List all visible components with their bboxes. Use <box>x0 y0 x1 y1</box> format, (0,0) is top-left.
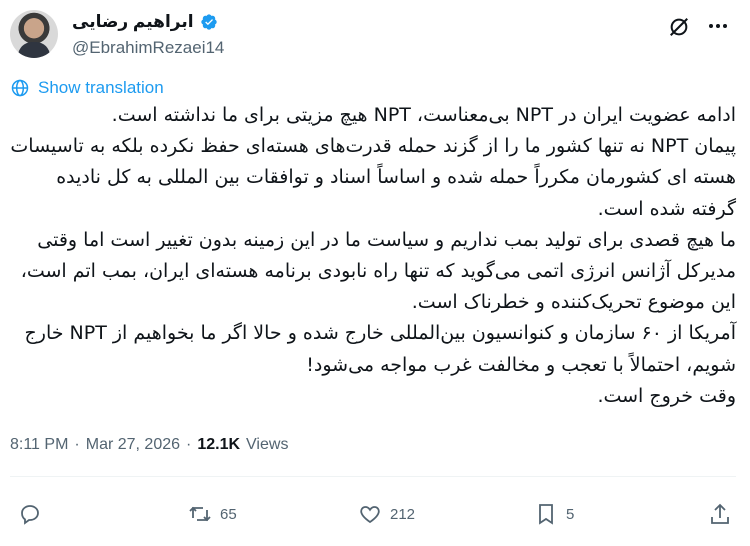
grok-icon[interactable] <box>668 16 690 38</box>
views-count: 12.1K <box>197 436 241 453</box>
repost-button[interactable]: 65 <box>188 502 237 526</box>
action-bar: 65 212 5 <box>18 502 732 528</box>
reply-button[interactable] <box>18 502 50 526</box>
post-date[interactable]: Mar 27, 2026 <box>86 436 180 454</box>
views-label: Views <box>246 436 289 453</box>
show-translation-label: Show translation <box>38 78 164 97</box>
show-translation-link[interactable]: Show translation <box>10 78 164 98</box>
post-meta: 8:11 PM · Mar 27, 2026 · 12.1K Views <box>10 436 288 454</box>
bookmark-count: 5 <box>566 505 575 523</box>
meta-separator: · <box>186 436 192 453</box>
like-count: 212 <box>390 505 416 523</box>
name-row: ابراهیم رضایی <box>72 12 218 32</box>
heart-icon <box>360 506 380 524</box>
repost-icon <box>189 506 211 522</box>
more-options-icon[interactable] <box>706 14 730 38</box>
post-time[interactable]: 8:11 PM <box>10 436 68 454</box>
repost-count: 65 <box>220 505 237 523</box>
meta-separator: · <box>74 436 80 453</box>
post-header: ابراهیم رضایی @EbrahimRezaei14 <box>10 8 730 58</box>
post-text: ادامه عضویت ایران در NPT بی‌معناست، NPT … <box>10 104 736 407</box>
share-button[interactable] <box>708 502 732 526</box>
globe-icon <box>11 79 29 97</box>
avatar[interactable] <box>10 10 58 58</box>
like-button[interactable]: 212 <box>358 502 415 526</box>
verified-badge-icon <box>200 14 217 30</box>
bookmark-icon <box>539 504 553 525</box>
display-name[interactable]: ابراهیم رضایی <box>72 12 194 32</box>
bookmark-button[interactable]: 5 <box>534 502 574 526</box>
divider <box>10 476 736 477</box>
user-handle[interactable]: @EbrahimRezaei14 <box>72 38 224 58</box>
share-icon <box>711 503 729 524</box>
reply-icon <box>21 505 39 525</box>
